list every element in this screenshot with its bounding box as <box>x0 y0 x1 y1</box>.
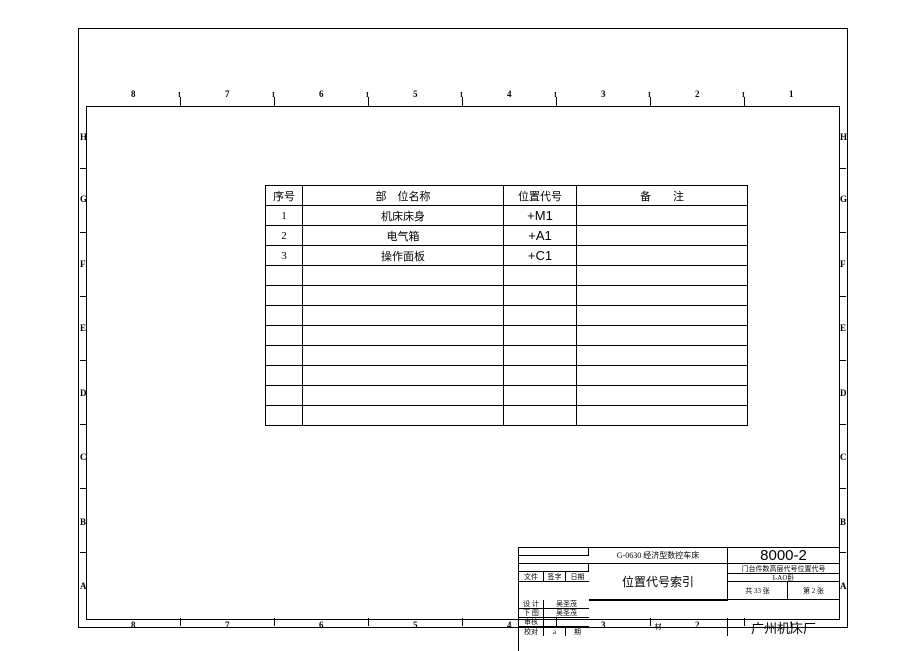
table-row: 2电气箱+A1 <box>266 226 748 246</box>
table-row <box>266 266 748 286</box>
company-name: 广州机床厂 <box>728 618 839 636</box>
ruler-num: 5 <box>413 620 418 630</box>
a-label: a <box>544 627 566 636</box>
table-row <box>266 326 748 346</box>
table-row: 1机床床身+M1 <box>266 206 748 226</box>
sheet-total: 共 33 张 <box>728 582 788 600</box>
side-letter: B <box>80 517 86 527</box>
date-label: 日期 <box>566 572 589 582</box>
table-row <box>266 366 748 386</box>
file-label: 文件 <box>519 572 544 582</box>
ruler-i: I <box>742 91 745 99</box>
top-ruler: 8 7 6 5 4 3 2 1 I I I I I I I <box>86 97 838 106</box>
ruler-i: I <box>272 91 275 99</box>
table-row <box>266 306 748 326</box>
product-name: G-0630 经济型数控车床 <box>589 548 728 564</box>
table-row <box>266 346 748 366</box>
ruler-num: 4 <box>507 620 512 630</box>
design-label: 设 计 <box>519 600 544 609</box>
period-label: 期 <box>566 627 589 636</box>
ruler-i: I <box>648 91 651 99</box>
check-label: 审核 <box>519 618 544 627</box>
col-code: 位置代号 <box>504 186 577 206</box>
table-row: 3操作面板+C1 <box>266 246 748 266</box>
proof-label: 校对 <box>519 627 544 636</box>
ruler-num: 7 <box>225 89 230 99</box>
ruler-num: 8 <box>131 620 136 630</box>
ruler-i: I <box>460 91 463 99</box>
side-letter: F <box>80 259 86 269</box>
ruler-i: I <box>554 91 557 99</box>
side-letter: D <box>840 388 847 398</box>
title-block: G-0630 经济型数控车床 8000-2 文件 签字 日期 位置代号索引 门台… <box>518 547 839 651</box>
sign-label: 签字 <box>544 572 566 582</box>
location-code-table: 序号 部 位名称 位置代号 备 注 1机床床身+M1 2电气箱+A1 3操作面板… <box>265 185 748 426</box>
drafter: 吴圣茂 <box>544 609 589 618</box>
side-letter: C <box>80 452 87 462</box>
side-letter: E <box>80 323 86 333</box>
side-letter: E <box>840 323 846 333</box>
ruler-i: I <box>178 91 181 99</box>
ruler-num: 5 <box>413 89 418 99</box>
side-letter: H <box>80 132 87 142</box>
table-row <box>266 406 748 426</box>
ruler-num: 2 <box>695 89 700 99</box>
ruler-i: I <box>366 91 369 99</box>
ruler-num: 4 <box>507 89 512 99</box>
ruler-num: 6 <box>319 620 324 630</box>
table-row <box>266 286 748 306</box>
col-remark: 备 注 <box>577 186 748 206</box>
col-seq: 序号 <box>266 186 303 206</box>
side-letter: G <box>80 194 87 204</box>
drawing-number: 8000-2 <box>728 548 839 564</box>
subtitle: 门台件数高层代号位置代号 <box>728 564 839 574</box>
ruler-num: 1 <box>789 89 794 99</box>
side-letter: D <box>80 388 87 398</box>
draft-label: 下 图 <box>519 609 544 618</box>
table-row <box>266 386 748 406</box>
side-letter: A <box>840 581 847 591</box>
side-letter: G <box>840 194 847 204</box>
material-label: 材 <box>589 618 728 636</box>
ruler-num: 7 <box>225 620 230 630</box>
side-letter: A <box>80 581 87 591</box>
side-letter: H <box>840 132 847 142</box>
side-letter: B <box>840 517 846 527</box>
ruler-num: 3 <box>601 89 606 99</box>
side-letter: C <box>840 452 847 462</box>
col-name: 部 位名称 <box>303 186 504 206</box>
designer: 吴圣茂 <box>544 600 589 609</box>
sheet-no: 第 2 张 <box>788 582 839 600</box>
side-letter: F <box>840 259 846 269</box>
format: I-AO卧 <box>728 574 839 582</box>
ruler-num: 6 <box>319 89 324 99</box>
ruler-num: 8 <box>131 89 136 99</box>
